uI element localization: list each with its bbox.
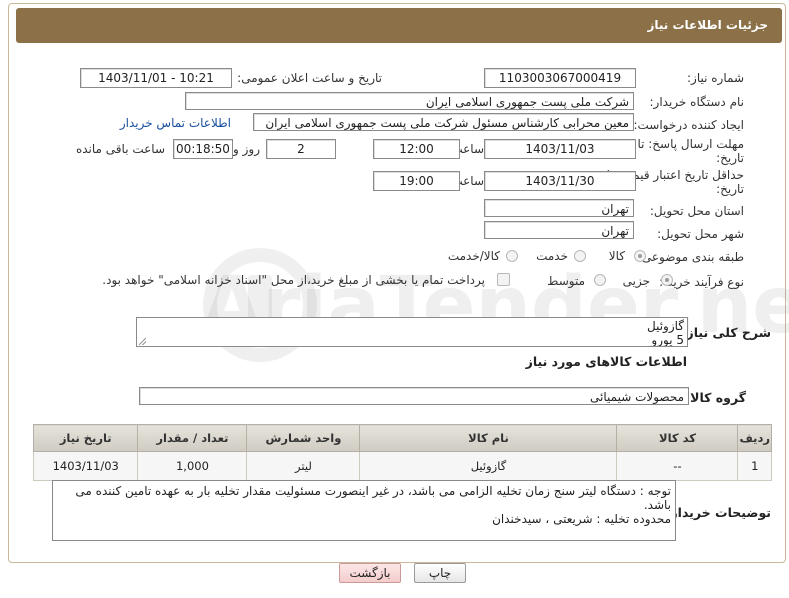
- table-row[interactable]: 1 -- گازوئیل لیتر 1,000 1403/11/03: [32, 451, 772, 481]
- summary-label: شرح کلی نیاز:: [681, 325, 771, 340]
- col-header-quantity: تعداد / مقدار: [137, 424, 248, 452]
- purchase-option-minor: جزیی: [622, 274, 650, 288]
- table-header-row: ردیف کد کالا نام کالا واحد شمارش تعداد /…: [32, 424, 772, 452]
- cell-quantity: 1,000: [137, 451, 248, 481]
- province-field[interactable]: تهران: [484, 199, 634, 217]
- purchase-option-medium: متوسط: [547, 274, 585, 288]
- reply-time-field[interactable]: 12:00: [373, 139, 460, 159]
- treasury-note: پرداخت تمام یا بخشی از مبلغ خرید،از محل …: [102, 273, 485, 287]
- remaining-time-label: ساعت باقی مانده: [75, 142, 165, 156]
- reply-date-field[interactable]: 1403/11/03: [484, 139, 636, 159]
- purchase-radio-minor[interactable]: [661, 274, 673, 286]
- purchase-radio-medium[interactable]: [594, 274, 606, 286]
- summary-textarea[interactable]: گازوئیل 5 یورو: [136, 317, 688, 347]
- province-label: استان محل تحویل:: [649, 204, 744, 218]
- category-option-goods: کالا: [608, 249, 625, 263]
- need-number-field[interactable]: 1103003067000419: [484, 68, 636, 88]
- col-header-row-number: ردیف: [737, 424, 772, 452]
- reply-deadline-label-date: تاریخ:: [716, 151, 744, 165]
- back-button[interactable]: بازگشت: [339, 563, 401, 583]
- category-label: طبقه بندی موضوعی:: [637, 250, 744, 264]
- goods-table: ردیف کد کالا نام کالا واحد شمارش تعداد /…: [32, 424, 772, 481]
- days-label: روز و: [233, 142, 260, 156]
- announce-date-label: تاریخ و ساعت اعلان عمومی:: [237, 71, 382, 85]
- cell-need-date: 1403/11/03: [32, 451, 139, 481]
- creator-label: ایجاد کننده درخواست:: [633, 118, 744, 132]
- buyer-notes-line-2: محدوده تخلیه : شریعتی ، سیدخندان: [492, 512, 671, 526]
- cell-goods-name: گازوئیل: [359, 451, 618, 481]
- summary-line-1: گازوئیل: [646, 319, 684, 333]
- buyer-notes-textarea[interactable]: توجه : دستگاه لیتر سنج زمان تخلیه الزامی…: [52, 480, 676, 541]
- city-label: شهر محل تحویل:: [657, 227, 744, 241]
- buyer-notes-label: توضیحات خریدار:: [665, 505, 771, 520]
- need-number-label: شماره نیاز:: [687, 71, 744, 85]
- print-button[interactable]: چاپ: [414, 563, 466, 583]
- goods-group-field[interactable]: محصولات شیمیائی: [139, 387, 689, 405]
- remaining-time-field[interactable]: 00:18:50: [173, 139, 233, 159]
- price-date-field[interactable]: 1403/11/30: [484, 171, 636, 191]
- col-header-goods-code: کد کالا: [616, 424, 739, 452]
- col-header-goods-name: نام کالا: [359, 424, 618, 452]
- category-option-service: خدمت: [536, 249, 568, 263]
- price-validity-label-date: تاریخ:: [716, 182, 744, 196]
- page-title: جزئیات اطلاعات نیاز: [647, 18, 768, 32]
- category-radio-goods-service[interactable]: [506, 250, 518, 262]
- resize-grip-icon[interactable]: [139, 338, 146, 345]
- cell-goods-code: --: [616, 451, 739, 481]
- buyer-org-label: نام دستگاه خریدار:: [649, 95, 745, 109]
- cell-row-number: 1: [737, 451, 772, 481]
- reply-deadline-label: مهلت ارسال پاسخ: تا: [637, 137, 744, 151]
- category-radio-goods[interactable]: [634, 250, 646, 262]
- summary-line-2: 5 یورو: [651, 333, 684, 347]
- announce-date-field[interactable]: 1403/11/01 - 10:21: [80, 68, 232, 88]
- goods-info-title: اطلاعات کالاهای مورد نیاز: [525, 354, 687, 369]
- city-field[interactable]: تهران: [484, 221, 634, 239]
- buyer-org-field[interactable]: شرکت ملی پست جمهوری اسلامی ایران: [185, 92, 634, 110]
- header-bar: جزئیات اطلاعات نیاز: [16, 8, 782, 43]
- cell-unit: لیتر: [246, 451, 361, 481]
- category-option-goods-service: کالا/خدمت: [447, 249, 500, 263]
- col-header-unit: واحد شمارش: [246, 424, 361, 452]
- creator-field[interactable]: معین محرابی کارشناس مسئول شرکت ملی پست ج…: [253, 113, 634, 131]
- days-field[interactable]: 2: [266, 139, 336, 159]
- treasury-checkbox[interactable]: [497, 273, 510, 286]
- category-radio-service[interactable]: [574, 250, 586, 262]
- buyer-notes-line-1: توجه : دستگاه لیتر سنج زمان تخلیه الزامی…: [75, 484, 671, 512]
- col-header-need-date: تاریخ نیاز: [32, 424, 139, 452]
- contact-buyer-link[interactable]: اطلاعات تماس خریدار: [120, 116, 231, 130]
- price-time-field[interactable]: 19:00: [373, 171, 460, 191]
- goods-group-label: گروه کالا:: [685, 390, 746, 405]
